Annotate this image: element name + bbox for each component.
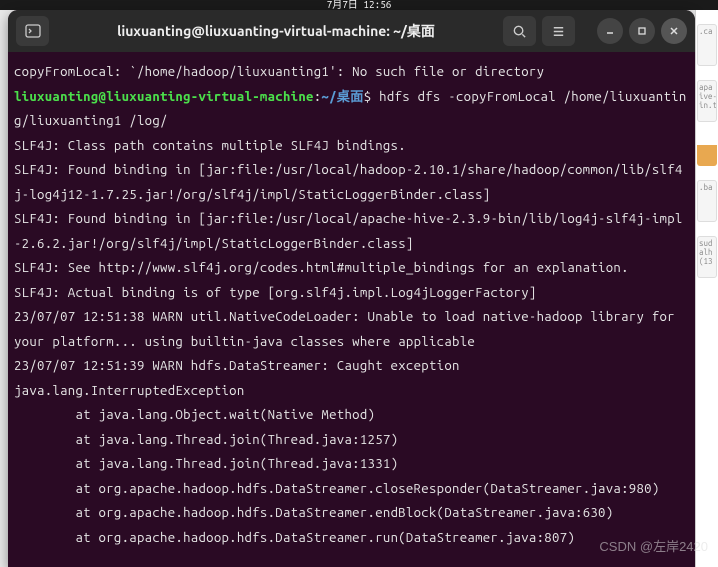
prompt-tilde: ~ [321, 90, 329, 104]
desktop-file-icon[interactable]: .ca [697, 24, 717, 66]
output-line: java.lang.InterruptedException [14, 384, 245, 398]
output-line: at org.apache.hadoop.hdfs.DataStreamer.r… [14, 531, 575, 545]
minimize-button[interactable] [597, 18, 623, 44]
output-line: at org.apache.hadoop.hdfs.DataStreamer.e… [14, 506, 613, 520]
terminal-icon [25, 23, 41, 39]
desktop-file-icon[interactable]: .ba [697, 180, 717, 222]
search-button[interactable] [503, 16, 536, 46]
prompt-user: liuxuanting@liuxuanting-virtual-machine [14, 90, 314, 104]
desktop-topbar: 7月7日 12:56 [0, 0, 718, 10]
search-icon [512, 24, 527, 39]
hamburger-icon [551, 24, 566, 39]
menu-button[interactable] [542, 16, 575, 46]
output-line: copyFromLocal: `/home/hadoop/liuxuanting… [14, 65, 544, 79]
output-line: at java.lang.Object.wait(Native Method) [14, 408, 375, 422]
topbar-time: 7月7日 12:56 [327, 0, 392, 10]
desktop-folder-icon[interactable]: test [697, 136, 717, 166]
output-line: SLF4J: Found binding in [jar:file:/usr/l… [14, 212, 683, 251]
output-line: SLF4J: Found binding in [jar:file:/usr/l… [14, 163, 683, 202]
terminal-body[interactable]: copyFromLocal: `/home/hadoop/liuxuanting… [8, 52, 695, 558]
titlebar: liuxuanting@liuxuanting-virtual-machine:… [8, 10, 695, 52]
maximize-button[interactable] [629, 18, 655, 44]
close-button[interactable] [661, 18, 687, 44]
maximize-icon [637, 26, 647, 36]
output-line: 23/07/07 12:51:39 WARN hdfs.DataStreamer… [14, 359, 460, 373]
close-icon [669, 26, 679, 36]
output-line: at java.lang.Thread.join(Thread.java:133… [14, 457, 398, 471]
output-line: SLF4J: Class path contains multiple SLF4… [14, 139, 406, 153]
prompt-path: /桌面 [329, 90, 364, 104]
output-line: 23/07/07 12:51:38 WARN util.NativeCodeLo… [14, 310, 683, 349]
output-line: at org.apache.hadoop.hdfs.DataStreamer.c… [14, 482, 660, 496]
new-tab-button[interactable] [16, 16, 49, 46]
desktop-file-icon[interactable]: apa ive- in.t [697, 80, 717, 122]
desktop-sidebar: .ca apa ive- in.t test .ba sud alh (13 [695, 10, 718, 567]
output-line: SLF4J: Actual binding is of type [org.sl… [14, 286, 537, 300]
minimize-icon [605, 26, 615, 36]
output-line: SLF4J: See http://www.slf4j.org/codes.ht… [14, 261, 629, 275]
desktop-file-icon[interactable]: sud alh (13 [697, 236, 717, 278]
terminal-window: liuxuanting@liuxuanting-virtual-machine:… [8, 10, 695, 567]
watermark-text: CSDN @左岸2420 [599, 536, 708, 555]
window-title: liuxuanting@liuxuanting-virtual-machine:… [55, 21, 497, 41]
output-line: at java.lang.Thread.join(Thread.java:125… [14, 433, 398, 447]
